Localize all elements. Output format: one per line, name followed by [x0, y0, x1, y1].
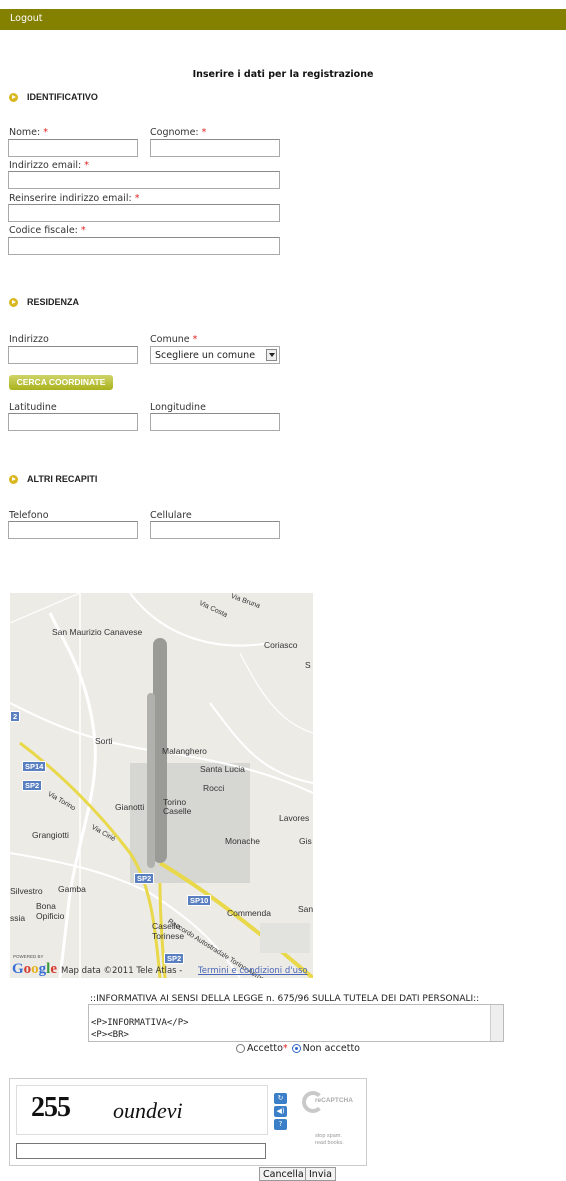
label-email: Indirizzo email: * [9, 160, 90, 171]
label-comune: Comune * [150, 334, 198, 345]
label-telefono: Telefono [9, 510, 49, 521]
captcha-word: 255 [31, 1092, 71, 1123]
comune-select[interactable]: Scegliere un comune [150, 346, 280, 364]
section-title: RESIDENZA [27, 297, 80, 307]
map-place-label: Sant [298, 904, 313, 914]
map-place-label: S [305, 660, 311, 670]
nome-input[interactable] [8, 139, 138, 157]
road-shield: SP2 [22, 780, 43, 791]
label-indirizzo: Indirizzo [9, 334, 49, 345]
captcha-response-input[interactable] [16, 1143, 266, 1159]
road-shield: 2 [10, 711, 21, 722]
telefono-input[interactable] [8, 521, 138, 539]
informativa-line: <P>INFORMATIVA</P> [91, 1018, 189, 1028]
bullet-icon [9, 92, 18, 102]
chevron-down-icon [266, 349, 277, 361]
required-asterisk: * [43, 127, 48, 138]
map-place-label: Sorti [95, 736, 113, 746]
map-place-label: Gis [299, 836, 312, 846]
informativa-line: <P><BR> [91, 1030, 129, 1040]
google-logo[interactable]: Google [12, 961, 57, 978]
required-asterisk: * [80, 225, 86, 236]
recaptcha-widget: 255 oundevi ↻ ◀) ? reCAPTCHA stop spam. r… [9, 1078, 367, 1166]
longitudine-input[interactable] [150, 413, 280, 431]
refresh-icon[interactable]: ↻ [274, 1093, 287, 1104]
section-title: ALTRI RECAPITI [27, 474, 98, 484]
latitudine-input[interactable] [8, 413, 138, 431]
required-asterisk: * [84, 160, 90, 171]
label-latitudine: Latitudine [9, 402, 57, 413]
map-place-label: San Maurizio Canavese [52, 627, 143, 637]
email-input[interactable] [8, 171, 280, 189]
bullet-icon [9, 297, 18, 307]
bullet-icon [9, 474, 18, 484]
map-terms-link[interactable]: Termini e condizioni d'uso [198, 966, 308, 976]
form-title: Inserire i dati per la registrazione [192, 69, 374, 80]
required-asterisk: * [282, 1043, 288, 1054]
road-shield: SP14 [22, 761, 47, 772]
label-cognome: Cognome: * [150, 127, 207, 138]
section-residenza: RESIDENZA [9, 297, 79, 307]
email-repeat-input[interactable] [8, 204, 280, 222]
accept-label[interactable]: Accetto [247, 1043, 283, 1054]
label-cellulare: Cellulare [150, 510, 192, 521]
map-place-label: Bona Opificio [36, 901, 65, 921]
codice-fiscale-input[interactable] [8, 237, 280, 255]
map-place-label: Malanghero [162, 746, 207, 756]
decline-label[interactable]: Non accetto [303, 1043, 360, 1054]
decline-radio[interactable] [291, 1044, 301, 1053]
scrollbar[interactable] [490, 1005, 503, 1041]
road-shield: SP10 [187, 895, 212, 906]
map-place-label: Rocci [203, 783, 225, 793]
map-place-label: Coriasco [264, 640, 298, 650]
help-icon[interactable]: ? [274, 1119, 287, 1130]
indirizzo-input[interactable] [8, 346, 138, 364]
road-shield: SP2 [134, 873, 155, 884]
recaptcha-tagline: stop spam. read books. [315, 1133, 344, 1146]
recaptcha-logo-text: reCAPTCHA [315, 1097, 353, 1104]
map-place-label: Gianotti [115, 802, 145, 812]
map-place-label: ssia [10, 913, 26, 923]
cellulare-input[interactable] [150, 521, 280, 539]
required-asterisk: * [134, 193, 140, 204]
consent-radio-group: Accetto * Non accetto [236, 1043, 360, 1054]
label-nome: Nome: * [9, 127, 48, 138]
submit-button[interactable]: Invia [305, 1167, 336, 1181]
cancel-button[interactable]: Cancella [259, 1167, 308, 1181]
comune-selected-value: Scegliere un comune [155, 350, 256, 361]
map-place-label: Torino Caselle [163, 797, 192, 816]
map-place-label: Commenda [227, 908, 271, 918]
map[interactable]: San Maurizio Canavese Coriasco S Sorti M… [10, 593, 313, 978]
informativa-title: ::INFORMATIVA AI SENSI DELLA LEGGE n. 67… [90, 994, 480, 1004]
map-footer: POWERED BY Google Map data ©2011 Tele At… [10, 954, 313, 978]
informativa-textarea[interactable]: <P>INFORMATIVA</P> <P><BR> [88, 1004, 504, 1042]
map-place-label: Gamba [58, 884, 86, 894]
top-bar: Logout [0, 9, 566, 30]
label-codice-fiscale: Codice fiscale: * [9, 225, 86, 236]
captcha-image: 255 oundevi [16, 1085, 268, 1135]
cognome-input[interactable] [150, 139, 280, 157]
map-place-label: Monache [225, 836, 260, 846]
label-email-repeat: Reinserire indirizzo email: * [9, 193, 140, 204]
map-place-label: Grangiotti [32, 830, 69, 840]
audio-icon[interactable]: ◀) [274, 1106, 287, 1117]
required-asterisk: * [192, 334, 198, 345]
label-longitudine: Longitudine [150, 402, 206, 413]
section-altri-recapiti: ALTRI RECAPITI [9, 474, 97, 484]
cerca-coordinate-button[interactable]: CERCA COORDINATE [9, 375, 113, 390]
map-data-credit: Map data ©2011 Tele Atlas - [61, 966, 183, 976]
map-place-label: Santa Lucia [200, 764, 245, 774]
logout-link[interactable]: Logout [10, 13, 43, 24]
section-title: IDENTIFICATIVO [27, 92, 98, 102]
captcha-word: oundevi [113, 1098, 183, 1123]
powered-by-label: POWERED BY [13, 954, 44, 959]
section-identificativo: IDENTIFICATIVO [9, 92, 98, 102]
map-place-label: Lavores [279, 813, 310, 823]
accept-radio[interactable] [236, 1044, 245, 1053]
map-place-label: Silvestro [10, 886, 43, 896]
required-asterisk: * [201, 127, 207, 138]
